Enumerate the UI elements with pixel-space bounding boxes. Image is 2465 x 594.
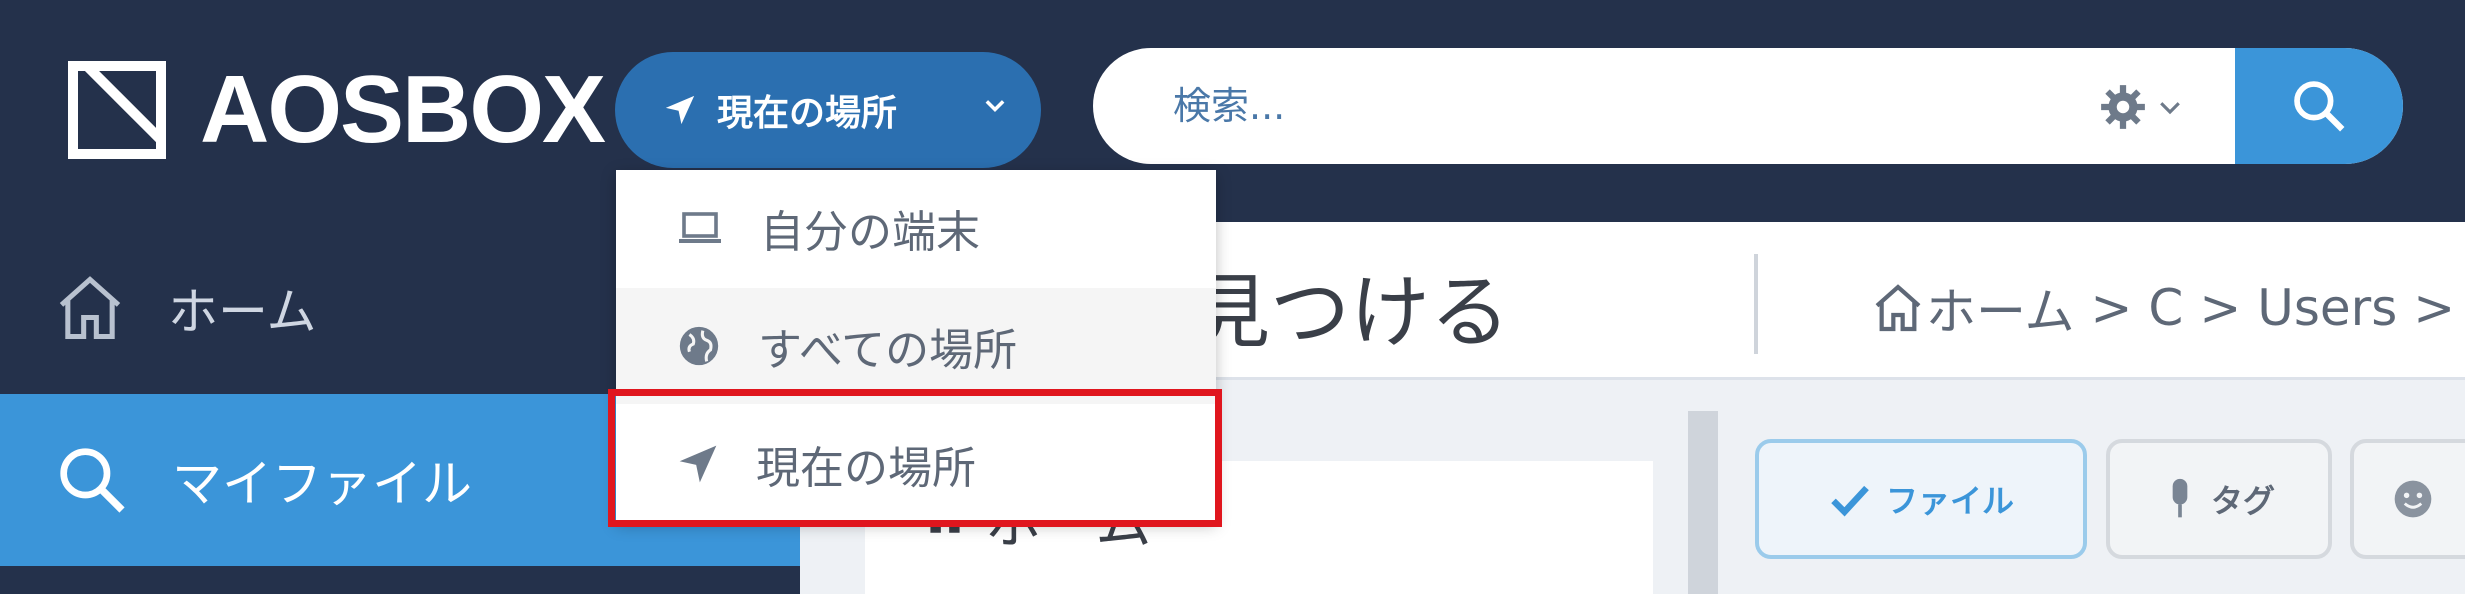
filter-files-button[interactable]: ファイル [1755, 439, 2087, 559]
breadcrumb-item-c[interactable]: C [2148, 279, 2183, 337]
filter-files-label: ファイル [1885, 482, 2014, 520]
search-bar [1093, 48, 2403, 164]
location-arrow-icon [665, 95, 695, 125]
breadcrumb: ホーム > C > Users > [1870, 272, 2465, 344]
sidebar-item-label: ホーム [168, 283, 317, 341]
search-input[interactable] [1173, 76, 2073, 136]
breadcrumb-item-home[interactable]: ホーム [1926, 272, 2075, 344]
search-button[interactable] [2235, 48, 2403, 164]
menu-item-label: 自分の端末 [760, 207, 980, 258]
filter-tags-button[interactable]: タグ [2106, 439, 2332, 559]
smiley-icon [2394, 480, 2432, 518]
menu-item-all-locations[interactable]: すべての場所 [616, 288, 1216, 404]
home-icon[interactable] [1870, 280, 1926, 336]
chevron-down-icon [985, 100, 1005, 112]
gear-icon[interactable] [2098, 82, 2148, 132]
chevron-down-icon[interactable] [2155, 92, 2185, 122]
location-scope-label: 現在の場所 [717, 93, 898, 134]
globe-icon [679, 326, 719, 366]
laptop-icon [679, 212, 721, 243]
panel-scrollbar[interactable] [1688, 411, 1718, 594]
breadcrumb-item-users[interactable]: Users [2257, 279, 2397, 337]
highlight-box [608, 389, 1222, 527]
filter-more-button[interactable] [2350, 439, 2465, 559]
location-scope-button[interactable]: 現在の場所 [615, 52, 1041, 168]
logo-mark-icon [68, 61, 166, 159]
breadcrumb-separator: > [2413, 279, 2456, 337]
microphone-icon [2172, 478, 2188, 518]
breadcrumb-separator: > [2090, 279, 2133, 337]
breadcrumb-separator: > [2199, 279, 2242, 337]
home-icon [59, 276, 121, 340]
menu-item-my-device[interactable]: 自分の端末 [616, 170, 1216, 286]
app-logo[interactable]: AOSBOX [68, 56, 606, 163]
header-divider [1754, 254, 1758, 354]
top-navbar: AOSBOX 現在の場所 [0, 0, 2465, 222]
logo-text: AOSBOX [200, 56, 606, 163]
search-icon [2294, 81, 2345, 132]
search-icon [60, 448, 125, 513]
sidebar-item-label: マイファイル [172, 455, 472, 513]
checkmark-icon [1831, 485, 1869, 517]
page-title: 見つける [1190, 266, 1510, 359]
filter-tags-label: タグ [2210, 482, 2275, 520]
menu-item-label: すべての場所 [758, 325, 1018, 376]
